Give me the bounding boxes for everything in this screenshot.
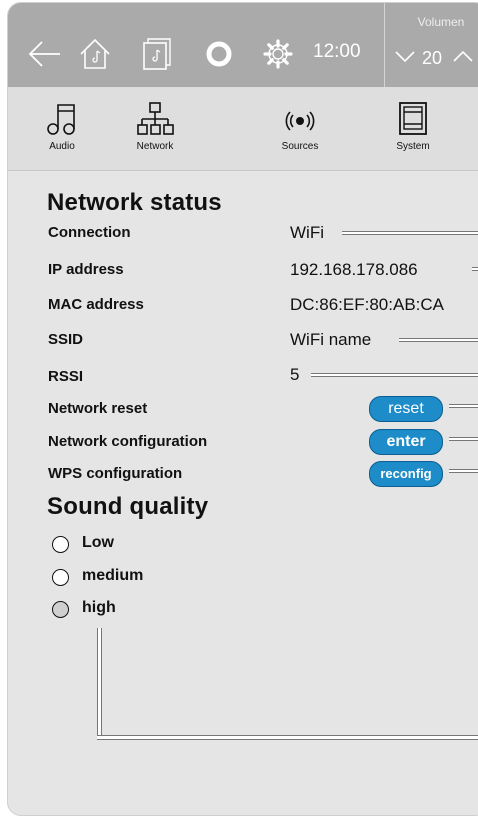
rssi-label: RSSI <box>48 368 84 385</box>
clock-time: 12:00 <box>313 41 361 62</box>
menu-item-audio[interactable]: Audio <box>22 99 102 152</box>
connector-line <box>399 338 478 342</box>
ip-address-value: 192.168.178.086 <box>290 260 418 279</box>
network-status-title: Network status <box>47 189 222 216</box>
menu-label-sources: Sources <box>281 141 319 152</box>
radio-label-low: Low <box>82 534 114 551</box>
ssid-label: SSID <box>48 331 84 348</box>
radio-high[interactable] <box>52 601 69 618</box>
connector-line <box>311 373 478 377</box>
volume-down-chevron-icon[interactable] <box>394 49 416 63</box>
network-reset-label: Network reset <box>48 400 148 417</box>
network-configuration-enter-button[interactable]: enter <box>369 429 443 455</box>
mac-address-value: DC:86:EF:80:AB:CA <box>290 295 445 314</box>
network-configuration-label: Network configuration <box>48 433 208 450</box>
network-reset-button[interactable]: reset <box>369 396 443 422</box>
menu-label-network: Network <box>136 141 174 152</box>
connection-value: WiFi <box>290 223 324 242</box>
volume-value: 20 <box>422 48 443 68</box>
volume-title: Volumen <box>417 15 465 29</box>
device-screen: 12:00 Volumen 20 Audio Network Sources S… <box>7 2 478 816</box>
menu-item-system[interactable]: System <box>373 99 453 152</box>
wps-configuration-label: WPS configuration <box>48 465 183 482</box>
menu-item-sources[interactable]: Sources <box>260 99 340 152</box>
ssid-value: WiFi name <box>290 330 372 349</box>
rssi-value: 5 <box>290 365 300 384</box>
top-bar: 12:00 Volumen 20 <box>8 3 478 87</box>
back-arrow-icon[interactable] <box>26 39 62 69</box>
mac-address-label: MAC address <box>48 296 144 313</box>
menu-label-audio: Audio <box>49 141 75 152</box>
radio-low[interactable] <box>52 536 69 553</box>
radio-medium[interactable] <box>52 569 69 586</box>
alexa-icon[interactable] <box>204 39 234 69</box>
radio-label-medium: medium <box>82 567 144 584</box>
music-note-icon <box>22 99 102 139</box>
menu-item-network[interactable]: Network <box>115 99 195 152</box>
connector-line <box>449 437 478 441</box>
connector-line <box>449 469 478 473</box>
connector-line <box>97 628 102 737</box>
ip-address-label: IP address <box>48 261 124 278</box>
connector-line <box>449 404 478 408</box>
settings-content: Network status Connection WiFi IP addres… <box>8 171 478 815</box>
wps-reconfig-button[interactable]: reconfig <box>369 461 443 487</box>
system-icon <box>373 99 453 139</box>
playlist-icon[interactable] <box>142 37 172 71</box>
broadcast-icon <box>260 99 340 139</box>
gear-icon[interactable] <box>263 39 293 69</box>
volume-up-chevron-icon[interactable] <box>452 49 474 63</box>
radio-label-high: high <box>82 599 116 616</box>
connector-line <box>472 267 478 271</box>
connection-label: Connection <box>48 224 131 241</box>
connector-line <box>342 231 478 235</box>
settings-menu-bar: Audio Network Sources System <box>8 87 478 171</box>
connector-line <box>97 735 478 740</box>
network-icon <box>115 99 195 139</box>
volume-divider <box>384 3 385 87</box>
sound-quality-title: Sound quality <box>47 493 209 520</box>
home-music-icon[interactable] <box>78 37 112 71</box>
menu-label-system: System <box>396 141 430 152</box>
